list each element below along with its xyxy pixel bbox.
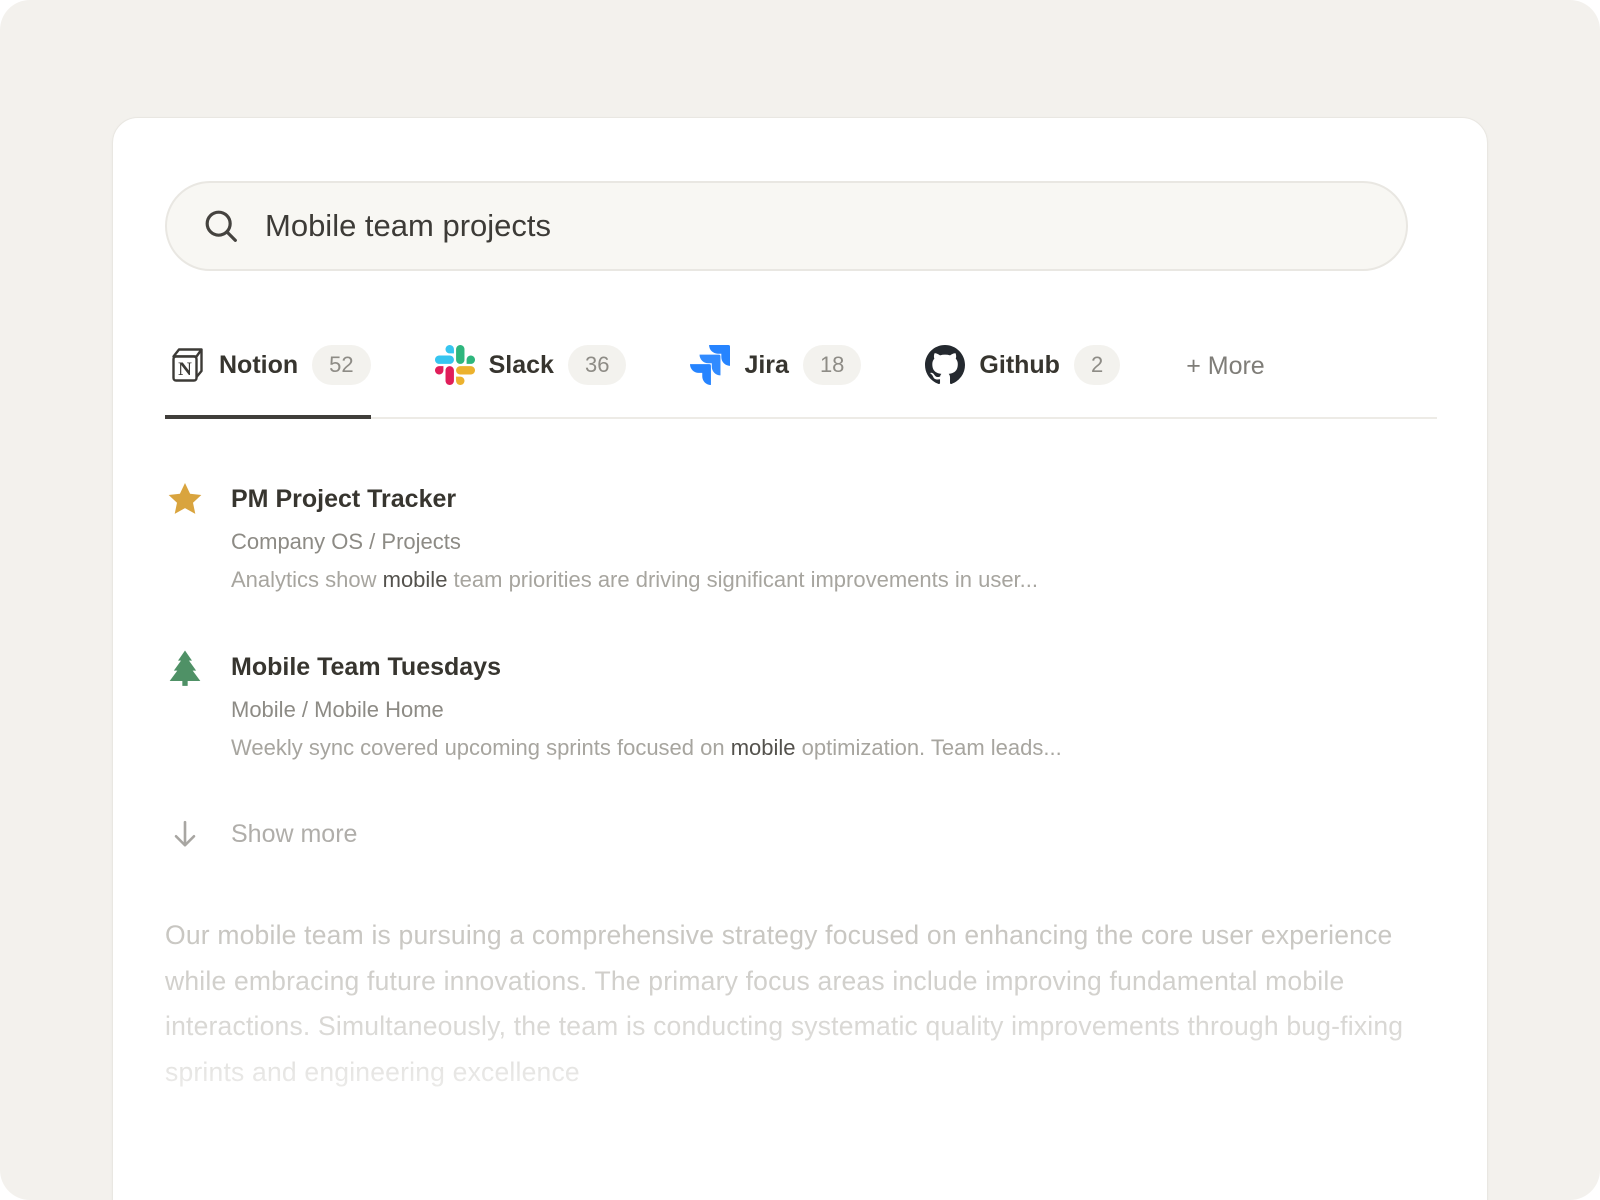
jira-icon [690,345,730,385]
tab-notion-count-badge: 52 [312,345,370,385]
tab-more-button[interactable]: + More [1184,345,1265,411]
svg-text:N: N [178,359,192,380]
tab-slack-label: Slack [489,351,554,380]
snippet-highlight: mobile [383,567,448,592]
search-panel: N Notion 52 [112,117,1488,1200]
tab-notion-label: Notion [219,351,298,380]
tab-slack-count-badge: 36 [568,345,626,385]
result-title: PM Project Tracker [231,481,1038,517]
result-breadcrumb: Company OS / Projects [231,527,1038,557]
result-breadcrumb: Mobile / Mobile Home [231,695,1062,725]
tab-notion[interactable]: N Notion 52 [165,345,371,419]
slack-icon [435,345,475,385]
result-snippet: Weekly sync covered upcoming sprints foc… [231,733,1062,763]
tab-github-count-badge: 2 [1074,345,1120,385]
search-bar[interactable] [165,181,1408,271]
result-mobile-team-tuesdays[interactable]: Mobile Team Tuesdays Mobile / Mobile Hom… [165,649,1435,763]
github-icon [925,345,965,385]
tab-slack[interactable]: Slack 36 [435,345,627,419]
show-more-label: Show more [231,820,357,849]
result-snippet: Analytics show mobile team priorities ar… [231,565,1038,595]
results-list: PM Project Tracker Company OS / Projects… [165,481,1435,851]
search-input[interactable] [263,207,1406,245]
result-content: PM Project Tracker Company OS / Projects… [231,481,1038,595]
notion-icon: N [165,345,205,385]
show-more-button[interactable]: Show more [165,817,1435,851]
tab-jira[interactable]: Jira 18 [690,345,861,419]
tab-jira-label: Jira [744,351,788,380]
star-icon [165,480,205,520]
snippet-highlight: mobile [731,735,796,760]
search-icon [201,206,241,246]
tab-jira-count-badge: 18 [803,345,861,385]
tree-icon [165,648,205,688]
app-background: N Notion 52 [0,0,1600,1200]
down-arrow-icon [165,817,205,851]
result-pm-project-tracker[interactable]: PM Project Tracker Company OS / Projects… [165,481,1435,595]
result-content: Mobile Team Tuesdays Mobile / Mobile Hom… [231,649,1062,763]
result-title: Mobile Team Tuesdays [231,649,1062,685]
tab-github-label: Github [979,351,1060,380]
summary-preview: Our mobile team is pursuing a comprehens… [165,913,1407,1163]
source-tabs: N Notion 52 [165,345,1437,419]
summary-preview-text: Our mobile team is pursuing a comprehens… [165,913,1407,1095]
tab-github[interactable]: Github 2 [925,345,1120,419]
